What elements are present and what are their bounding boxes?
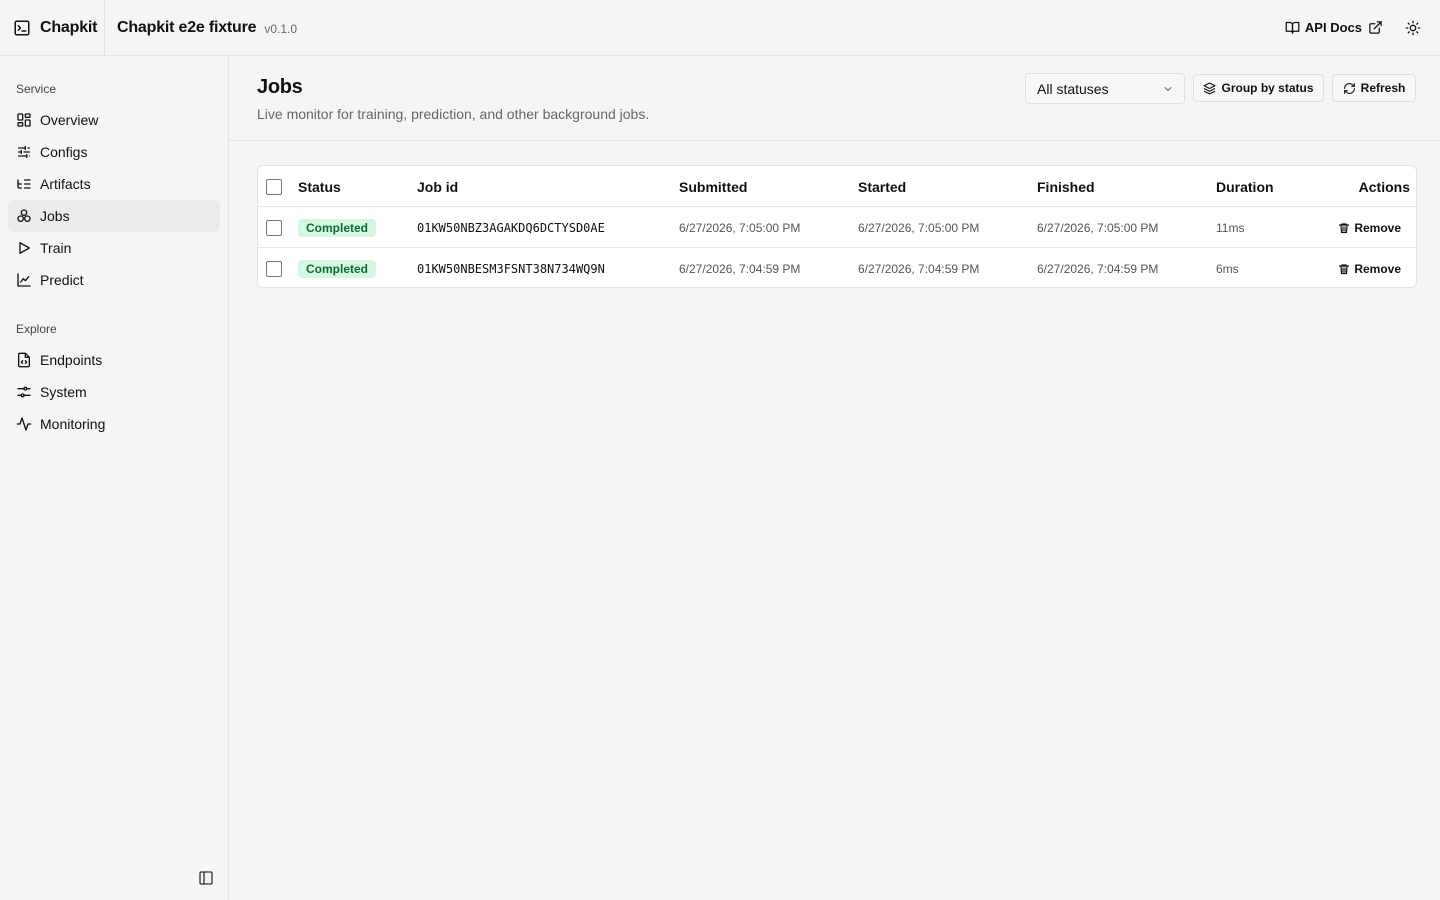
api-docs-link[interactable]: API Docs <box>1285 20 1383 35</box>
layers-icon <box>1204 82 1216 94</box>
column-header-actions: Actions <box>1358 178 1410 195</box>
layout-grid-icon <box>17 113 31 127</box>
sidebar-item-label: Endpoints <box>40 352 103 368</box>
column-header-duration: Duration <box>1216 178 1274 195</box>
submitted-time: 6/27/2026, 7:04:59 PM <box>679 261 801 276</box>
column-header-finished: Finished <box>1037 178 1095 195</box>
sidebar-item-label: Jobs <box>40 208 70 224</box>
brand-name: Chapkit <box>40 18 98 36</box>
sidebar-item-train[interactable]: Train <box>8 232 220 264</box>
sidebar-item-endpoints[interactable]: Endpoints <box>8 344 220 376</box>
sidebar-item-overview[interactable]: Overview <box>8 104 220 136</box>
sidebar-item-jobs[interactable]: Jobs <box>8 200 220 232</box>
status-filter-value: All statuses <box>1037 80 1109 97</box>
sidebar-item-label: Predict <box>40 272 84 288</box>
refresh-button[interactable]: Refresh <box>1332 74 1416 102</box>
sidebar-item-label: Artifacts <box>40 176 91 192</box>
column-header-started: Started <box>858 178 907 195</box>
page-subtitle: Live monitor for training, prediction, a… <box>257 106 650 122</box>
sidebar-item-monitoring[interactable]: Monitoring <box>8 408 220 440</box>
remove-button[interactable]: Remove <box>1338 221 1410 235</box>
trash-icon <box>1339 222 1350 233</box>
sidebar-item-predict[interactable]: Predict <box>8 264 220 296</box>
top-bar: Chapkit Chapkit e2e fixture v0.1.0 API D… <box>0 0 1440 56</box>
sidebar-item-system[interactable]: System <box>8 376 220 408</box>
column-header-status: Status <box>298 178 341 195</box>
submitted-time: 6/27/2026, 7:05:00 PM <box>679 220 801 235</box>
external-link-icon <box>1369 21 1382 34</box>
duration: 6ms <box>1216 261 1239 276</box>
settings-toggle-icon <box>17 386 31 398</box>
file-code-icon <box>18 352 30 368</box>
column-header-submitted: Submitted <box>679 178 748 195</box>
sun-icon[interactable] <box>1405 20 1421 36</box>
remove-label: Remove <box>1354 261 1401 276</box>
status-badge: Completed <box>298 259 377 278</box>
page-header: Jobs Live monitor for training, predicti… <box>229 56 1440 141</box>
started-time: 6/27/2026, 7:04:59 PM <box>858 261 980 276</box>
api-docs-label: API Docs <box>1304 20 1362 35</box>
refresh-label: Refresh <box>1360 81 1406 95</box>
trash-icon <box>1339 263 1350 274</box>
duration: 11ms <box>1216 220 1245 235</box>
table-row: Completed 01KW50NBESM3FSNT38N734WQ9N 6/2… <box>258 248 1416 287</box>
column-header-job-id: Job id <box>417 178 459 195</box>
sidebar-toggle-icon[interactable] <box>198 870 214 886</box>
sidebar: Service Overview Configs Artifacts Jobs … <box>0 56 229 900</box>
sidebar-item-configs[interactable]: Configs <box>8 136 220 168</box>
sidebar-item-artifacts[interactable]: Artifacts <box>8 168 220 200</box>
remove-button[interactable]: Remove <box>1338 262 1410 276</box>
main-content: Jobs Live monitor for training, predicti… <box>229 56 1440 900</box>
sidebar-item-label: Train <box>40 240 72 256</box>
book-icon <box>1285 21 1300 34</box>
group-by-status-label: Group by status <box>1221 81 1314 95</box>
row-checkbox[interactable] <box>266 219 282 236</box>
job-id: 01KW50NBESM3FSNT38N734WQ9N <box>417 261 605 276</box>
status-filter-select[interactable]: All statuses <box>1025 73 1185 104</box>
remove-label: Remove <box>1354 220 1401 235</box>
boxes-icon <box>17 209 31 222</box>
terminal-icon <box>14 20 30 35</box>
sidebar-item-label: Configs <box>40 144 88 160</box>
select-all-checkbox[interactable] <box>266 178 282 195</box>
jobs-table: Status Job id Submitted Started Finished… <box>257 165 1417 288</box>
brand[interactable]: Chapkit <box>0 0 105 56</box>
app-title: Chapkit e2e fixture <box>117 18 257 36</box>
sidebar-item-label: System <box>40 384 87 400</box>
page-title: Jobs <box>257 76 303 98</box>
line-chart-icon <box>17 273 31 287</box>
status-badge: Completed <box>298 218 377 237</box>
sidebar-section-service: Service <box>16 82 57 96</box>
list-tree-icon <box>17 179 31 189</box>
started-time: 6/27/2026, 7:05:00 PM <box>858 220 980 235</box>
finished-time: 6/27/2026, 7:05:00 PM <box>1037 220 1159 235</box>
play-icon <box>19 242 30 254</box>
sidebar-item-label: Overview <box>40 112 99 128</box>
sliders-icon <box>18 146 30 158</box>
job-id: 01KW50NBZ3AGAKDQ6DCTYSD0AE <box>417 220 605 235</box>
sidebar-section-explore: Explore <box>16 322 57 336</box>
chevron-down-icon <box>1164 87 1172 91</box>
app-version: v0.1.0 <box>264 21 298 36</box>
activity-icon <box>16 417 32 431</box>
refresh-icon <box>1343 82 1355 94</box>
group-by-status-button[interactable]: Group by status <box>1193 74 1324 102</box>
table-header-row: Status Job id Submitted Started Finished… <box>258 166 1416 207</box>
sidebar-item-label: Monitoring <box>40 416 106 432</box>
table-row: Completed 01KW50NBZ3AGAKDQ6DCTYSD0AE 6/2… <box>258 207 1416 248</box>
row-checkbox[interactable] <box>266 260 282 277</box>
finished-time: 6/27/2026, 7:04:59 PM <box>1037 261 1159 276</box>
